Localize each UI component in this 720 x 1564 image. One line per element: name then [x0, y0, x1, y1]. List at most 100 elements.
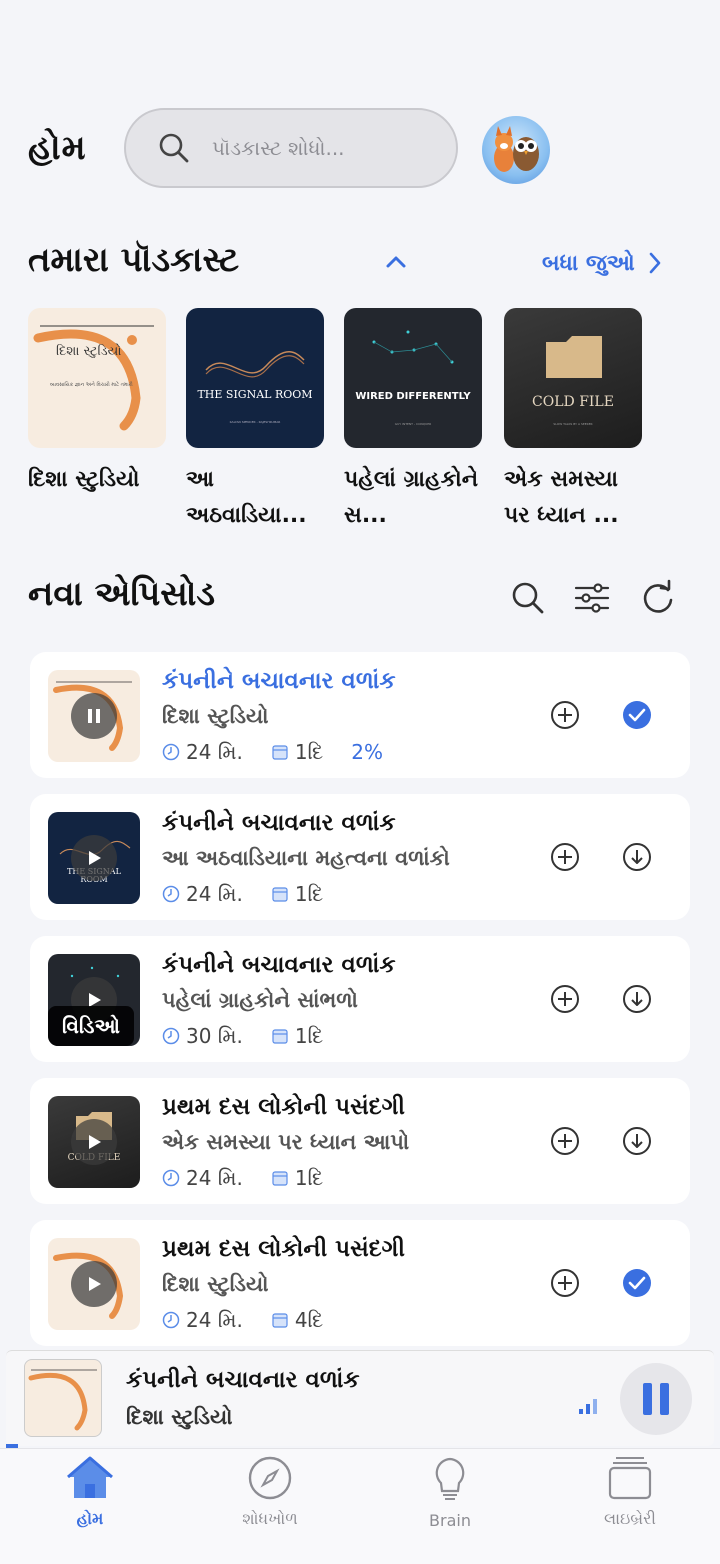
episode-card[interactable]: કંપનીને બચાવનાર વળાંક દિશા સ્ટુડિયો 24 મ… — [30, 652, 690, 778]
episode-title: કંપનીને બચાવનાર વળાંક — [162, 810, 396, 836]
podcast-tile[interactable]: THE SIGNAL ROOM KALYAN SPENCER - RAJESHK… — [186, 308, 324, 534]
calendar-icon — [272, 1313, 288, 1328]
download-icon[interactable] — [622, 842, 652, 872]
podcast-name: એક સમસ્યા પર ધ્યાન ... — [504, 467, 619, 528]
calendar-icon — [272, 1029, 288, 1044]
episode-meta: 24 મિ. 1દિ 2% — [162, 740, 411, 764]
podcast-name: પહેલાં ગ્રાહકોને સ... — [344, 467, 479, 528]
clock-icon — [162, 1169, 180, 1187]
chevron-right-icon — [649, 252, 661, 274]
podcast-cover: WIRED DIFFERENTLY GUY INTENT - CONQUER — [344, 308, 482, 448]
podcast-cover: THE SIGNAL ROOM KALYAN SPENCER - RAJESHK… — [186, 308, 324, 448]
download-icon[interactable] — [622, 1126, 652, 1156]
episode-show: દિશા સ્ટુડિયો — [162, 1272, 269, 1296]
add-to-queue-icon[interactable] — [550, 984, 580, 1014]
refresh-icon[interactable] — [638, 578, 678, 618]
episode-thumbnail[interactable] — [48, 670, 140, 762]
podcast-name: આ અઠવાડિયા... — [186, 467, 307, 528]
episode-age: 1દિ — [294, 882, 324, 906]
see-all-link[interactable]: બધા જુઓ — [542, 250, 663, 276]
episode-age: 4દિ — [294, 1308, 324, 1332]
tab-brain[interactable]: Brain — [380, 1455, 520, 1530]
see-all-label: બધા જુઓ — [542, 250, 635, 276]
cover-subtitle: SLOW TALKS BY A SEEKER — [553, 422, 593, 426]
cover-subtitle: KALYAN SPENCER - RAJESHKUMAR — [229, 420, 281, 424]
play-icon — [89, 851, 101, 865]
episode-card[interactable]: COLD FILE પ્રથમ દસ લોકોની પસંદગી એક સમસ્… — [30, 1078, 690, 1204]
episode-card[interactable]: THE SIGNAL ROOM કંપનીને બચાવનાર વળાંક આ … — [30, 794, 690, 920]
pause-button[interactable] — [620, 1363, 692, 1435]
search-icon[interactable] — [508, 578, 548, 618]
audio-level-icon — [579, 1399, 597, 1414]
checkmark-icon[interactable] — [622, 700, 652, 730]
podcast-tile[interactable]: COLD FILE SLOW TALKS BY A SEEKER એક સમસ્… — [504, 308, 642, 534]
add-to-queue-icon[interactable] — [550, 1268, 580, 1298]
episode-progress: 2% — [351, 740, 383, 764]
home-icon — [67, 1456, 113, 1498]
episode-age: 1દિ — [294, 740, 324, 764]
podcast-tile[interactable]: દિશા સ્ટુડિયો વ્યવસાયિક જ્ઞાન અને વિચારો… — [28, 308, 166, 498]
search-bar[interactable]: પૉડકાસ્ટ શોધો... — [124, 108, 458, 188]
episode-show: પહેલાં ગ્રાહકોને સાંભળો — [162, 988, 358, 1012]
episode-show: એક સમસ્યા પર ધ્યાન આપો — [162, 1130, 410, 1154]
clock-icon — [162, 885, 180, 903]
library-icon — [608, 1457, 652, 1500]
cover-title: દિશા સ્ટુડિયો — [56, 344, 122, 359]
mini-player-show: દિશા સ્ટુડિયો — [126, 1405, 233, 1429]
pause-overlay[interactable] — [71, 693, 117, 739]
play-overlay[interactable] — [71, 835, 117, 881]
tab-home[interactable]: હોમ — [20, 1455, 160, 1529]
clock-icon — [162, 1311, 180, 1329]
pause-icon — [643, 1383, 669, 1415]
calendar-icon — [272, 1171, 288, 1186]
download-icon[interactable] — [622, 984, 652, 1014]
tab-explore[interactable]: શોધખોળ — [200, 1455, 340, 1529]
episode-thumbnail[interactable]: વિડિઓ — [48, 954, 140, 1046]
tab-bar: હોમ શોધખોળ Brain લાઇબ્રેરી — [0, 1448, 720, 1564]
mini-player-artwork[interactable] — [24, 1359, 102, 1437]
episode-toolbar — [0, 578, 720, 618]
search-placeholder: પૉડકાસ્ટ શોધો... — [212, 136, 345, 160]
episode-thumbnail[interactable] — [48, 1238, 140, 1330]
podcast-carousel[interactable]: દિશા સ્ટુડિયો વ્યવસાયિક જ્ઞાન અને વિચારો… — [0, 308, 720, 538]
calendar-icon — [272, 745, 288, 760]
episode-thumbnail[interactable]: COLD FILE — [48, 1096, 140, 1188]
episode-meta: 30 મિ. 1દિ — [162, 1024, 351, 1048]
mini-player-title: કંપનીને બચાવનાર વળાંક — [126, 1367, 360, 1393]
section-title: તમારા પૉડકાસ્ટ — [28, 240, 240, 280]
play-icon — [89, 1135, 101, 1149]
episode-meta: 24 મિ. 4દિ — [162, 1308, 351, 1332]
mini-player[interactable]: કંપનીને બચાવનાર વળાંક દિશા સ્ટુડિયો — [6, 1350, 714, 1446]
tab-library[interactable]: લાઇબ્રેરી — [560, 1455, 700, 1529]
episode-duration: 24 મિ. — [186, 1166, 243, 1190]
podcast-cover: દિશા સ્ટુડિયો વ્યવસાયિક જ્ઞાન અને વિચારો… — [28, 308, 166, 448]
tab-label: હોમ — [76, 1509, 104, 1528]
episode-card[interactable]: પ્રથમ દસ લોકોની પસંદગી દિશા સ્ટુડિયો 24 … — [30, 1220, 690, 1346]
avatar[interactable] — [482, 116, 550, 184]
episode-thumbnail[interactable]: THE SIGNAL ROOM — [48, 812, 140, 904]
tab-label: શોધખોળ — [242, 1509, 298, 1528]
episode-meta: 24 મિ. 1દિ — [162, 1166, 351, 1190]
video-badge: વિડિઓ — [48, 1006, 134, 1046]
play-overlay[interactable] — [71, 1119, 117, 1165]
podcast-tile[interactable]: WIRED DIFFERENTLY GUY INTENT - CONQUER પ… — [344, 308, 482, 534]
filter-sliders-icon[interactable] — [572, 578, 612, 618]
episode-duration: 24 મિ. — [186, 740, 243, 764]
tab-label: Brain — [429, 1511, 471, 1530]
add-to-queue-icon[interactable] — [550, 1126, 580, 1156]
play-overlay[interactable] — [71, 1261, 117, 1307]
play-icon — [89, 1277, 101, 1291]
cover-title: COLD FILE — [532, 394, 614, 410]
episode-card[interactable]: વિડિઓ કંપનીને બચાવનાર વળાંક પહેલાં ગ્રાહ… — [30, 936, 690, 1062]
lightbulb-icon — [435, 1457, 465, 1500]
episode-show: આ અઠવાડિયાના મહત્વના વળાંકો — [162, 846, 450, 870]
tab-label: લાઇબ્રેરી — [603, 1509, 656, 1528]
add-to-queue-icon[interactable] — [550, 842, 580, 872]
header: હોમ પૉડકાસ્ટ શોધો... — [0, 108, 720, 190]
checkmark-icon[interactable] — [622, 1268, 652, 1298]
podcasts-section-header: તમારા પૉડકાસ્ટ બધા જુઓ — [0, 240, 720, 290]
add-to-queue-icon[interactable] — [550, 700, 580, 730]
chevron-up-icon[interactable] — [382, 250, 410, 274]
page-title: હોમ — [28, 128, 87, 168]
episode-age: 1દિ — [294, 1166, 324, 1190]
